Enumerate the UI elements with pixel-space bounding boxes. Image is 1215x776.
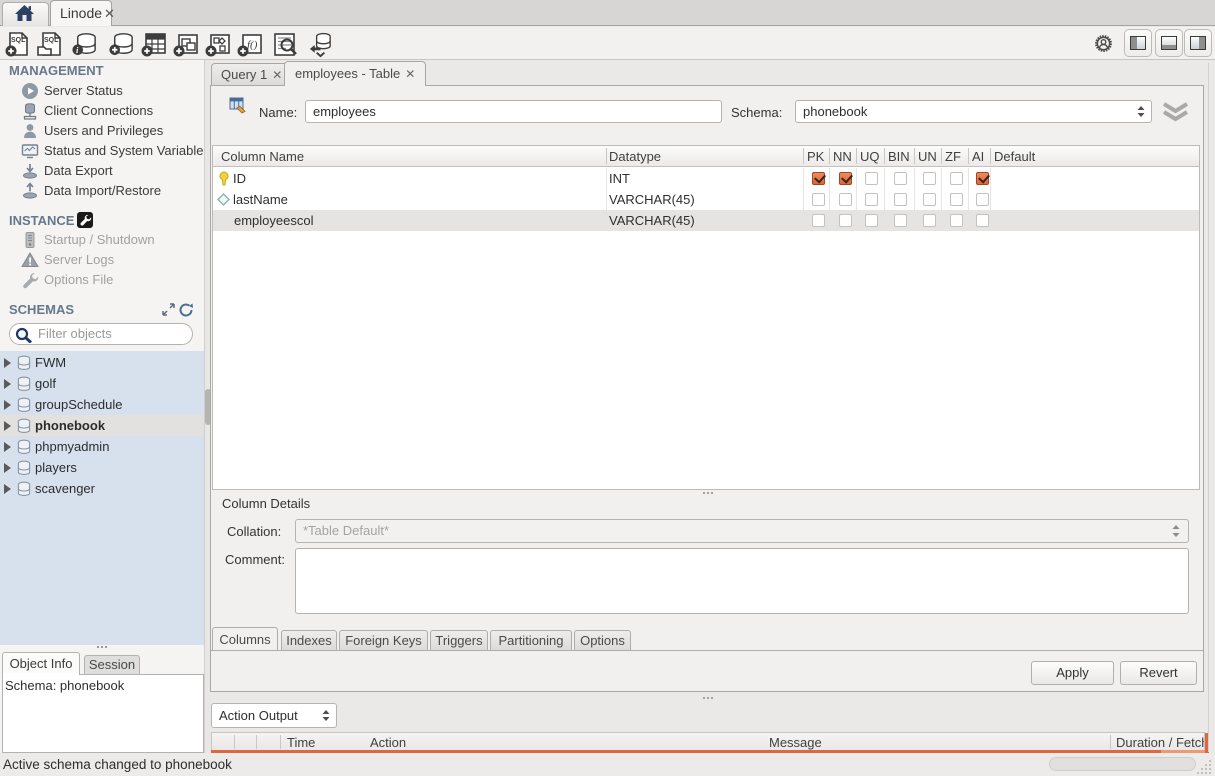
svg-text:SQL: SQL xyxy=(11,37,26,44)
svg-text:SQL: SQL xyxy=(44,37,59,44)
svg-text:f(): f() xyxy=(247,39,258,51)
